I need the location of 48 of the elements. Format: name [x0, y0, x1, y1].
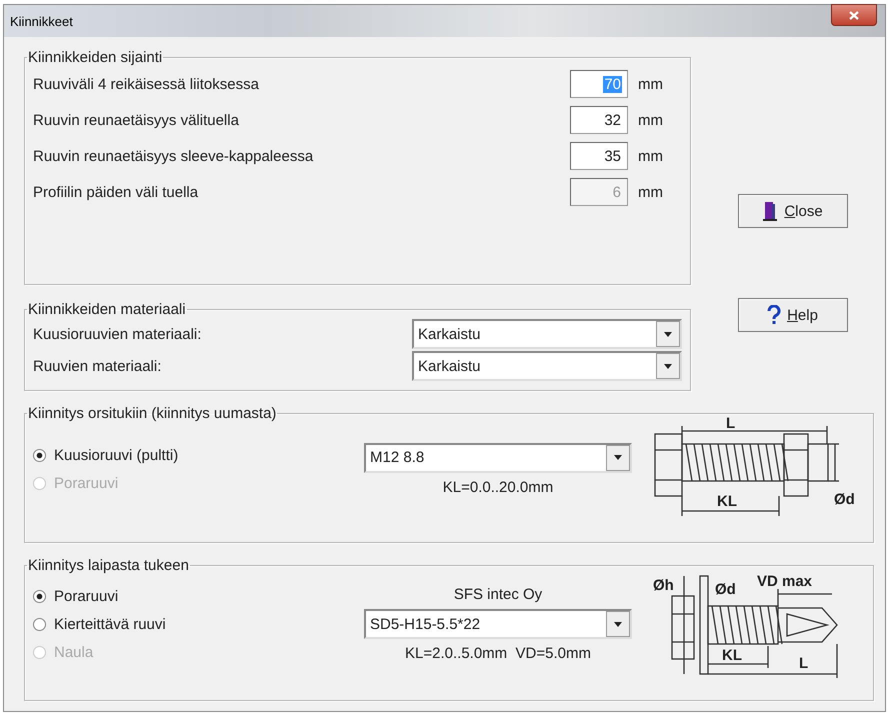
radio-label[interactable]: Poraruuvi [54, 588, 118, 604]
dropdown-field[interactable]: M12 8.8 [364, 442, 632, 472]
dropdown-arrow-icon [614, 622, 622, 626]
dimension-label: VD max [756, 573, 812, 590]
field-label: Kuusioruuvien materiaali: [33, 326, 202, 342]
dropdown-field[interactable]: SD5-H15-5.5*22 [364, 609, 632, 639]
dropdown-field[interactable]: Karkaistu [412, 319, 682, 349]
field-label: Profiilin päiden väli tuella [33, 184, 200, 200]
unit-label: mm [637, 148, 664, 164]
unit-label: mm [637, 112, 664, 128]
dimension-label: Ød [834, 491, 854, 508]
range-note: KL=0.0..20.0mm [442, 478, 554, 496]
door-icon [762, 200, 778, 222]
group-title: Kiinnitys orsitukiin (kiinnitys uumasta) [27, 405, 278, 422]
unit-label: mm [637, 184, 664, 200]
group-title: Kiinnitys laipasta tukeen [27, 557, 190, 574]
dimension-label: Ød [714, 581, 736, 598]
group-title: Kiinnikkeiden materiaali [27, 301, 187, 318]
group-title: Kiinnikkeiden sijainti [27, 49, 164, 66]
unit-label: mm [637, 76, 664, 92]
number-field[interactable]: 35 [570, 142, 628, 170]
dropdown-arrow-icon [614, 455, 622, 460]
field-label: Ruuviväli 4 reikäisessä liitoksessa [33, 76, 260, 92]
number-field[interactable]: 32 [570, 106, 628, 134]
dropdown-arrow-icon [664, 364, 672, 368]
radio-label[interactable]: Kuusioruuvi (pultti) [54, 446, 178, 464]
radio-button[interactable] [33, 618, 46, 630]
window-title: Kiinnikkeet [10, 14, 73, 28]
close-button[interactable]: Close [738, 194, 848, 228]
dropdown-arrow-icon [664, 332, 672, 336]
close-button[interactable] [831, 4, 877, 26]
dimension-label: KL [716, 493, 736, 510]
help-button[interactable]: Help [738, 298, 848, 332]
radio-button[interactable] [33, 590, 46, 602]
range-note: KL=2.0..5.0mm VD=5.0mm [405, 645, 591, 662]
radio-label[interactable]: Kierteittävä ruuvi [54, 616, 166, 632]
field-label: Ruuvien materiaali: [33, 358, 162, 374]
dimension-label: KL [722, 647, 742, 664]
dropdown-field[interactable]: Karkaistu [412, 351, 682, 381]
dimension-label: Øh [652, 577, 674, 594]
manufacturer-caption: SFS intec Oy [454, 586, 542, 603]
close-icon [849, 10, 859, 20]
field-label: Ruuvin reunaetäisyys välituella [33, 112, 240, 128]
dimension-label: L [726, 415, 735, 432]
radio-button[interactable] [33, 448, 46, 462]
help-icon [767, 305, 782, 325]
field-label: Ruuvin reunaetäisyys sleeve-kappaleessa [33, 148, 314, 164]
dimension-label: L [798, 655, 808, 672]
